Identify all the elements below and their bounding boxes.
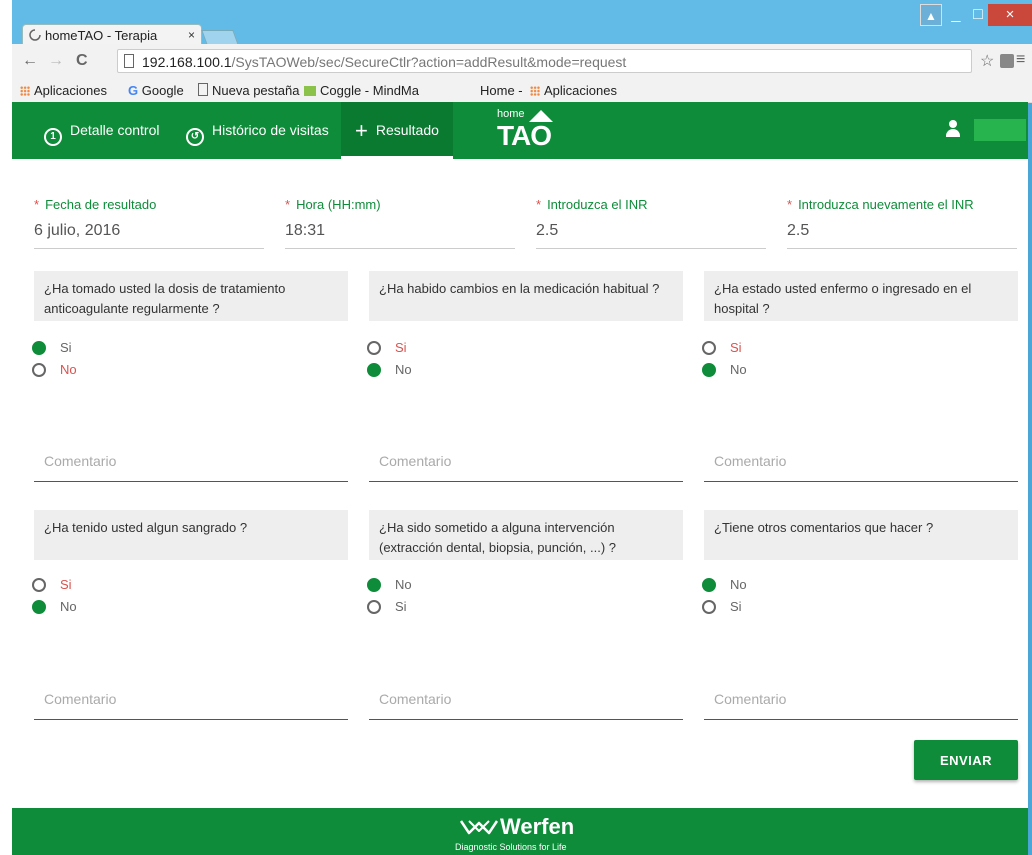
reload-button[interactable]: C	[76, 52, 88, 70]
q6-option-si[interactable]: Si	[702, 598, 742, 616]
bookmark-google[interactable]: G Google	[128, 83, 184, 98]
page-icon	[124, 54, 134, 68]
field-inr-confirm[interactable]: * Introduzca nuevamente el INR 2.5	[787, 197, 1017, 249]
q2-option-si[interactable]: Si	[367, 339, 407, 357]
radio-unchecked[interactable]	[367, 341, 381, 355]
address-path: /SysTAOWeb/sec/SecureCtlr?action=addResu…	[231, 54, 627, 70]
address-bar[interactable]: 192.168.100.1/SysTAOWeb/sec/SecureCtlr?a…	[117, 49, 972, 73]
field-hora[interactable]: * Hora (HH:mm) 18:31	[285, 197, 515, 249]
nav-resultado[interactable]: + Resultado	[341, 102, 453, 159]
radio-unchecked[interactable]	[367, 600, 381, 614]
question-4: ¿Ha tenido usted algun sangrado ?	[34, 510, 348, 560]
q1-option-no[interactable]: No	[32, 361, 77, 379]
nav-historico-visitas[interactable]: ↺ Histórico de visitas	[186, 102, 329, 159]
field-inr[interactable]: * Introduzca el INR 2.5	[536, 197, 766, 249]
bookmark-new-tab[interactable]: Nueva pestaña	[198, 83, 299, 98]
q5-option-si[interactable]: Si	[367, 598, 407, 616]
radio-unchecked[interactable]	[702, 341, 716, 355]
comment-6[interactable]	[704, 679, 1018, 720]
comment-6-input[interactable]	[704, 691, 1018, 707]
browser-toolbar: ← → C 192.168.100.1/SysTAOWeb/sec/Secure…	[12, 44, 1032, 80]
q5-option-no[interactable]: No	[367, 576, 412, 594]
tab-close-icon[interactable]: ×	[188, 25, 195, 46]
q3-option-no[interactable]: No	[702, 361, 747, 379]
bookmark-apps[interactable]: Aplicaciones	[20, 83, 107, 98]
radio-checked[interactable]	[702, 578, 716, 592]
plus-icon: +	[355, 118, 368, 143]
comment-5[interactable]	[369, 679, 683, 720]
bookmark-apps-2[interactable]: Aplicaciones	[530, 83, 617, 98]
extension-icon[interactable]	[1000, 54, 1014, 68]
fecha-value[interactable]: 6 julio, 2016	[34, 222, 264, 249]
inr-value[interactable]: 2.5	[536, 222, 766, 249]
comment-2[interactable]	[369, 441, 683, 482]
footer: Werfen Diagnostic Solutions for Life	[12, 808, 1028, 855]
google-icon: G	[128, 83, 139, 98]
comment-1-input[interactable]	[34, 453, 348, 469]
window-minimize-button[interactable]: _	[944, 4, 968, 26]
control-detail-icon: 1	[44, 128, 62, 146]
radio-checked[interactable]	[32, 600, 46, 614]
page-icon	[198, 83, 208, 96]
coggle-icon	[304, 86, 316, 96]
result-form: * Fecha de resultado 6 julio, 2016 * Hora …	[12, 159, 1028, 809]
radio-unchecked[interactable]	[32, 578, 46, 592]
comment-1[interactable]	[34, 441, 348, 482]
q2-option-no[interactable]: No	[367, 361, 412, 379]
bookmark-home[interactable]: Home -	[480, 83, 523, 98]
tab-loading-icon	[29, 29, 41, 41]
q3-option-si[interactable]: Si	[702, 339, 742, 357]
history-icon: ↺	[186, 128, 204, 146]
question-3: ¿Ha estado usted enfermo o ingresado en …	[704, 271, 1018, 321]
radio-checked[interactable]	[32, 341, 46, 355]
comment-4[interactable]	[34, 679, 348, 720]
inr-confirm-value[interactable]: 2.5	[787, 222, 1017, 249]
field-fecha[interactable]: * Fecha de resultado 6 julio, 2016	[34, 197, 264, 249]
comment-5-input[interactable]	[369, 691, 683, 707]
radio-unchecked[interactable]	[32, 363, 46, 377]
tab-title: homeTAO - Terapia	[45, 28, 158, 43]
apps-grid-icon	[20, 86, 30, 96]
question-1: ¿Ha tomado usted la dosis de tratamiento…	[34, 271, 348, 321]
forward-button[interactable]: →	[48, 52, 64, 70]
q4-option-no[interactable]: No	[32, 598, 77, 616]
user-icon[interactable]	[946, 120, 960, 138]
footer-brand: Werfen	[500, 814, 575, 839]
werfen-logo-icon	[459, 820, 499, 835]
window-maximize-button[interactable]: □	[966, 4, 990, 26]
hora-value[interactable]: 18:31	[285, 222, 515, 249]
new-tab-button[interactable]	[201, 30, 239, 45]
back-button[interactable]: ←	[22, 52, 38, 70]
comment-3[interactable]	[704, 441, 1018, 482]
q4-option-si[interactable]: Si	[32, 576, 72, 594]
footer-tagline: Diagnostic Solutions for Life	[455, 842, 567, 852]
radio-checked[interactable]	[702, 363, 716, 377]
question-2: ¿Ha habido cambios en la medicación habi…	[369, 271, 683, 321]
question-5: ¿Ha sido sometido a alguna intervención …	[369, 510, 683, 560]
apps-grid-icon	[530, 86, 540, 96]
user-name-box[interactable]	[974, 119, 1026, 141]
bookmarks-bar: Aplicaciones G Google Nueva pestaña Cogg…	[12, 80, 1032, 103]
app-header: 1 Detalle control ↺ Histórico de visitas +…	[12, 102, 1028, 159]
bookmark-coggle[interactable]: Coggle - MindMa	[304, 83, 419, 98]
question-6: ¿Tiene otros comentarios que hacer ?	[704, 510, 1018, 560]
address-host: 192.168.100.1	[142, 54, 232, 70]
comment-3-input[interactable]	[704, 453, 1018, 469]
nav-detalle-control[interactable]: 1 Detalle control	[44, 102, 160, 159]
q1-option-si[interactable]: Si	[32, 339, 72, 357]
radio-checked[interactable]	[367, 578, 381, 592]
radio-unchecked[interactable]	[702, 600, 716, 614]
enviar-button[interactable]: ENVIAR	[914, 740, 1018, 780]
browser-tab[interactable]: homeTAO - Terapia ×	[22, 24, 202, 45]
bookmark-star-icon[interactable]: ☆	[980, 51, 994, 71]
comment-4-input[interactable]	[34, 691, 348, 707]
browser-menu-icon[interactable]: ≡	[1016, 51, 1025, 69]
hometao-logo: home TAO	[497, 108, 553, 151]
comment-2-input[interactable]	[369, 453, 683, 469]
window-user-button[interactable]: ▲	[920, 4, 942, 26]
radio-checked[interactable]	[367, 363, 381, 377]
q6-option-no[interactable]: No	[702, 576, 747, 594]
window-close-button[interactable]: ×	[988, 4, 1032, 26]
